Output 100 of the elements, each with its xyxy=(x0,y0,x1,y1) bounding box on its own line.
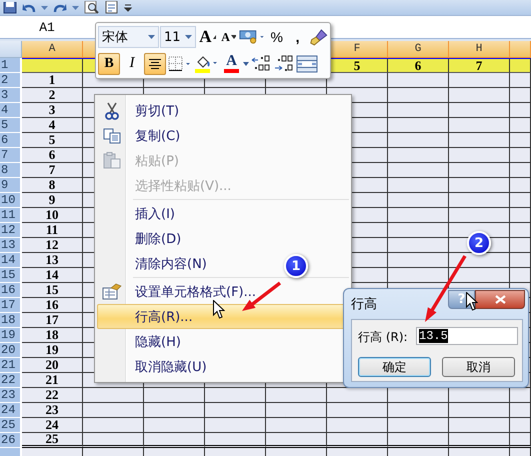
redo-icon[interactable] xyxy=(53,2,67,14)
borders-icon[interactable] xyxy=(167,54,193,73)
row-header[interactable]: 3 xyxy=(0,88,22,103)
grid-cell xyxy=(327,418,388,433)
caret-icon[interactable] xyxy=(243,62,249,66)
grid-cell xyxy=(449,133,510,148)
grid-cell xyxy=(510,253,531,268)
row-header[interactable]: 15 xyxy=(0,268,22,283)
row-header[interactable]: 2 xyxy=(0,73,22,88)
grid-cell xyxy=(388,163,449,178)
italic-button[interactable]: I xyxy=(121,52,143,75)
menu-item[interactable]: 删除(D) xyxy=(97,226,188,251)
row-header[interactable]: 23 xyxy=(0,388,22,403)
grid-cell xyxy=(388,208,449,223)
grid-cell xyxy=(510,193,531,208)
column-header[interactable]: A xyxy=(48,43,56,55)
grid-cell: 11 xyxy=(22,223,83,238)
row-header[interactable]: 9 xyxy=(0,178,22,193)
row-header[interactable]: 6 xyxy=(0,133,22,148)
menu-item[interactable]: 取消隐藏(U) xyxy=(97,354,214,379)
currency-icon[interactable] xyxy=(239,28,266,46)
column-header[interactable]: F xyxy=(354,43,360,55)
row-header[interactable]: 19 xyxy=(0,328,22,343)
menu-item[interactable]: 插入(I) xyxy=(97,201,182,226)
dropdown-arrow-icon xyxy=(185,35,192,40)
grid-cell xyxy=(449,88,510,103)
menu-item[interactable]: 复制(C) xyxy=(97,123,188,148)
grid-cell xyxy=(388,388,449,403)
row-header[interactable]: 12 xyxy=(0,223,22,238)
font-size-field[interactable]: 11 xyxy=(160,26,196,48)
column-header[interactable]: G xyxy=(414,43,422,55)
row-header[interactable]: 10 xyxy=(0,193,22,208)
grid-cell xyxy=(388,178,449,193)
row-header[interactable]: 4 xyxy=(0,103,22,118)
row-header[interactable]: 13 xyxy=(0,238,22,253)
paintbrush-icon[interactable] xyxy=(308,27,328,48)
grid-cell xyxy=(449,208,510,223)
menu-item[interactable]: 设置单元格格式(F)... xyxy=(97,279,264,304)
row-header[interactable]: 17 xyxy=(0,298,22,313)
dropdown-arrow-icon[interactable] xyxy=(41,6,48,10)
font-field[interactable]: 宋体 xyxy=(98,26,159,48)
grid-cell xyxy=(83,388,144,403)
row-header[interactable]: 26 xyxy=(0,433,22,448)
row-height-field[interactable]: 13.5 xyxy=(416,327,518,345)
grow-font-button[interactable]: A xyxy=(197,26,218,48)
row-header[interactable]: 22 xyxy=(0,373,22,388)
row-header[interactable]: 25 xyxy=(0,418,22,433)
row-header[interactable]: 7 xyxy=(0,148,22,163)
grid-cell xyxy=(388,433,449,448)
save-icon[interactable] xyxy=(3,2,17,14)
grid-cell xyxy=(205,388,266,403)
document-icon[interactable] xyxy=(105,1,119,14)
menu-item[interactable]: 隐藏(H) xyxy=(97,329,188,354)
grid-cell: 22 xyxy=(22,388,83,403)
grid-cell xyxy=(510,73,531,88)
name-box[interactable]: A1 xyxy=(0,20,94,34)
grid-cell xyxy=(510,268,531,283)
row-header[interactable]: 14 xyxy=(0,253,22,268)
dialog-button[interactable]: 确定 xyxy=(358,357,431,377)
row-header[interactable]: 18 xyxy=(0,313,22,328)
customize-toolbar-icon[interactable] xyxy=(124,4,132,12)
row-header[interactable]: 21 xyxy=(0,358,22,373)
percent-button[interactable]: % xyxy=(266,26,287,48)
center-align-button[interactable] xyxy=(144,52,166,75)
row-header[interactable]: 1 xyxy=(0,58,22,73)
print-preview-icon[interactable] xyxy=(84,1,100,14)
grid-cell: 9 xyxy=(22,193,83,208)
row-header[interactable]: 5 xyxy=(0,118,22,133)
grid-cell xyxy=(205,433,266,448)
shrink-font-button[interactable]: A xyxy=(219,26,238,48)
grid-cell: 21 xyxy=(22,373,83,388)
scissors-icon xyxy=(105,102,119,120)
dropdown-arrow-icon[interactable] xyxy=(72,6,79,10)
grid-cell: 24 xyxy=(22,418,83,433)
grid-cell xyxy=(510,388,531,403)
undo-icon[interactable] xyxy=(22,2,36,14)
close-button[interactable] xyxy=(475,290,525,309)
grid-cell: 20 xyxy=(22,358,83,373)
font-color-button[interactable]: A xyxy=(221,52,242,75)
menu-item[interactable]: 剪切(T) xyxy=(97,98,186,123)
row-header[interactable]: 16 xyxy=(0,283,22,298)
fill-color-icon[interactable] xyxy=(194,54,220,74)
row-header[interactable]: 24 xyxy=(0,403,22,418)
grid-cell xyxy=(449,178,510,193)
grid-cell xyxy=(449,253,510,268)
row-header[interactable]: 20 xyxy=(0,343,22,358)
menu-item[interactable]: 清除内容(N) xyxy=(97,251,214,276)
grid-cell xyxy=(449,148,510,163)
column-header[interactable]: H xyxy=(476,43,482,55)
row-header[interactable]: 11 xyxy=(0,208,22,223)
grid-cell: 18 xyxy=(22,328,83,343)
merge-center-icon[interactable] xyxy=(296,54,318,73)
row-header[interactable]: 8 xyxy=(0,163,22,178)
comma-button[interactable]: , xyxy=(288,26,308,48)
increase-decimal-icon[interactable] xyxy=(250,54,272,73)
grid-cell xyxy=(510,148,531,163)
decrease-decimal-icon[interactable] xyxy=(273,54,295,73)
bold-button[interactable]: B xyxy=(98,52,120,75)
align-center-icon xyxy=(148,58,162,70)
dialog-button[interactable]: 取消 xyxy=(442,357,515,377)
